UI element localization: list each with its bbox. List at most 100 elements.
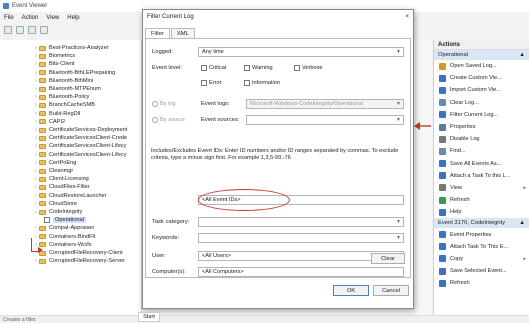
checkbox-box xyxy=(201,80,207,86)
logged-select[interactable]: Any time ▼ xyxy=(198,47,404,57)
tree-item[interactable]: › CertificateServices-Deployment xyxy=(0,126,141,134)
tree-item[interactable]: › Containers-Wcifs xyxy=(0,241,141,249)
tree-item[interactable]: › Compat-Appraiser xyxy=(0,224,141,232)
chevron-down-icon: ▼ xyxy=(396,101,401,107)
computers-input[interactable]: <All Computers> xyxy=(198,267,404,277)
folder-icon xyxy=(39,184,46,190)
tree-item[interactable]: › Bits-Client xyxy=(0,60,141,68)
menu-file[interactable]: File xyxy=(4,15,14,21)
tree-item-label: CloudStore xyxy=(49,200,77,207)
event-logs-select[interactable]: Microsoft-Windows-CodeIntegrity/Operatio… xyxy=(246,99,404,109)
tree-item[interactable]: › CloudStore xyxy=(0,200,141,208)
show-hide-tree-icon[interactable] xyxy=(40,26,48,34)
tree-item[interactable]: › CloudRestoreLauncher xyxy=(0,192,141,200)
action-icon xyxy=(439,279,446,287)
action-item[interactable]: Disable Log xyxy=(434,133,529,145)
tree-item-label: Operational xyxy=(53,217,86,224)
tree-item[interactable]: › Client-Licensing xyxy=(0,175,141,183)
action-icon xyxy=(439,172,446,180)
event-level-label: Event level: xyxy=(152,65,182,71)
task-category-select[interactable]: ▼ xyxy=(198,217,404,227)
tree-item-label: Containers-Wcifs xyxy=(49,241,92,248)
action-item[interactable]: Open Saved Log... xyxy=(434,60,529,72)
by-source-radio[interactable]: By source xyxy=(152,117,185,123)
tree-item[interactable]: › Bluetooth-BthMini xyxy=(0,77,141,85)
action-item[interactable]: Refresh xyxy=(434,277,529,289)
cancel-button[interactable]: Cancel xyxy=(373,285,409,296)
filter-current-log-dialog: Filter Current Log × Filter XML Logged: … xyxy=(142,9,414,309)
action-item[interactable]: Save Selected Event... xyxy=(434,265,529,277)
action-item[interactable]: Clear Log... xyxy=(434,97,529,109)
collapse-up-icon[interactable]: ▲ xyxy=(519,52,525,58)
action-item[interactable]: Refresh xyxy=(434,194,529,206)
tree-item[interactable]: › Biometrics xyxy=(0,52,141,60)
up-folder-icon[interactable] xyxy=(28,26,36,34)
tree-item[interactable]: ⌄ CodeIntegrity xyxy=(0,208,141,216)
start-button[interactable]: Start xyxy=(138,312,160,322)
menu-help[interactable]: Help xyxy=(67,15,79,21)
tree-item[interactable]: Operational xyxy=(0,216,141,224)
tree-item[interactable]: › CertificateServicesClient-Lifecy xyxy=(0,151,141,159)
folder-icon xyxy=(39,119,46,125)
checkbox-box xyxy=(201,65,207,71)
tree-item[interactable]: › CertificateServicesClient-Crede xyxy=(0,134,141,142)
error-checkbox[interactable]: Error xyxy=(201,80,221,86)
menu-action[interactable]: Action xyxy=(22,15,39,21)
actions-section-event[interactable]: Event 3170, CodeIntegrity ▲ xyxy=(434,218,529,229)
action-item[interactable]: Import Custom Vie... xyxy=(434,84,529,96)
forward-icon[interactable] xyxy=(16,26,24,34)
clear-button[interactable]: Clear xyxy=(371,253,405,264)
action-item[interactable]: Save All Events As... xyxy=(434,158,529,170)
checkbox-label: Information xyxy=(252,80,280,86)
tree-item[interactable]: › CertificateServicesClient-Lifecy xyxy=(0,142,141,150)
event-sources-select[interactable]: ▼ xyxy=(246,115,404,125)
tree-item-label: Bluetooth-BthLEPrepairing xyxy=(49,69,116,76)
information-checkbox[interactable]: Information xyxy=(244,80,280,86)
action-item[interactable]: Create Custom Vie... xyxy=(434,72,529,84)
tree-item[interactable]: › CertPoEng xyxy=(0,159,141,167)
tree-item[interactable]: › CAPI2 xyxy=(0,118,141,126)
status-text: Creates a filter. xyxy=(3,317,37,323)
ok-button[interactable]: OK xyxy=(333,285,369,296)
verbose-checkbox[interactable]: Verbose xyxy=(294,65,323,71)
collapse-up-icon[interactable]: ▲ xyxy=(519,220,525,226)
action-label: Clear Log... xyxy=(450,99,479,106)
tree-item[interactable]: › Bluetooth-MTPEnum xyxy=(0,85,141,93)
tree-item[interactable]: › Bluetooth-Policy xyxy=(0,93,141,101)
tree-item[interactable]: › Cleanmgr xyxy=(0,167,141,175)
close-icon[interactable]: × xyxy=(405,14,409,20)
annotation-ellipse xyxy=(198,189,290,211)
tree-item[interactable]: › CorruptedFileRecovery-Server xyxy=(0,257,141,265)
action-item[interactable]: Attach a Task To this L... xyxy=(434,170,529,182)
tree-item[interactable]: › BranchCacheSMB xyxy=(0,101,141,109)
tree-item[interactable]: › Containers-BindFlt xyxy=(0,233,141,241)
annotation-arrow-tree xyxy=(38,247,43,253)
action-item[interactable]: Event Properties xyxy=(434,228,529,240)
log-tree[interactable]: › Best-Practices-Analyzer › Biometrics › Bits… xyxy=(0,40,142,315)
chevron-right-icon: ▸ xyxy=(523,255,526,262)
action-item[interactable]: Attach Task To This E... xyxy=(434,241,529,253)
warning-checkbox[interactable]: Warning xyxy=(244,65,273,71)
status-bar: Creates a filter. xyxy=(0,315,529,323)
back-icon[interactable] xyxy=(4,26,12,34)
action-item[interactable]: Help xyxy=(434,206,529,218)
action-icon xyxy=(439,243,446,251)
by-log-radio[interactable]: By log xyxy=(152,101,176,107)
action-item[interactable]: Find... xyxy=(434,145,529,157)
action-item[interactable]: View ▸ xyxy=(434,182,529,194)
action-label: Disable Log xyxy=(450,136,480,143)
action-item[interactable]: Filter Current Log... xyxy=(434,109,529,121)
tree-item[interactable]: › Build-RegDll xyxy=(0,110,141,118)
keywords-select[interactable]: ▼ xyxy=(198,233,404,243)
action-item[interactable]: Properties xyxy=(434,121,529,133)
tree-item[interactable]: › CloudFiles-Filter xyxy=(0,183,141,191)
tree-item[interactable]: › Best-Practices-Analyzer xyxy=(0,44,141,52)
critical-checkbox[interactable]: Critical xyxy=(201,65,226,71)
action-item[interactable]: Copy ▸ xyxy=(434,253,529,265)
action-label: Create Custom Vie... xyxy=(450,75,502,82)
tree-item[interactable]: › CorruptedFileRecovery-Client xyxy=(0,249,141,257)
menu-view[interactable]: View xyxy=(46,15,59,21)
tree-item[interactable]: › Bluetooth-BthLEPrepairing xyxy=(0,69,141,77)
actions-section-operational[interactable]: Operational ▲ xyxy=(434,50,529,60)
action-label: View xyxy=(450,184,463,191)
